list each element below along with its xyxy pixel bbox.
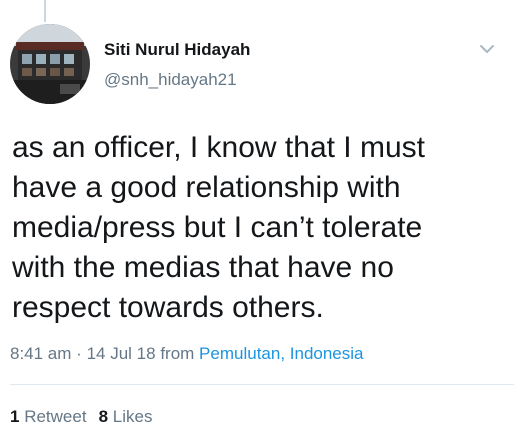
tweet-time[interactable]: 8:41 am (10, 344, 71, 363)
tweet-stats: 1 Retweet 8 Likes (10, 407, 152, 427)
profile-photo-icon (10, 24, 90, 104)
divider (10, 384, 514, 385)
likes-stat[interactable]: 8 Likes (99, 407, 153, 426)
avatar[interactable] (10, 24, 90, 104)
user-handle[interactable]: @snh_hidayah21 (104, 70, 237, 90)
retweet-stat[interactable]: 1 Retweet (10, 407, 87, 426)
tweet-text: as an officer, I know that I must have a… (12, 131, 425, 324)
tweet-meta: 8:41 am · 14 Jul 18 from Pemulutan, Indo… (10, 344, 364, 364)
retweet-count: 1 (10, 407, 20, 426)
meta-separator: · (76, 344, 82, 363)
location-link[interactable]: Pemulutan, Indonesia (199, 344, 363, 363)
chevron-down-icon[interactable] (478, 42, 496, 56)
likes-count: 8 (98, 407, 109, 426)
display-name[interactable]: Siti Nurul Hidayah (104, 40, 250, 60)
from-label: from (160, 344, 195, 363)
likes-label: Likes (112, 407, 153, 426)
thread-line (44, 0, 46, 22)
tweet-date[interactable]: 14 Jul 18 (87, 344, 156, 363)
retweet-label: Retweet (24, 407, 87, 426)
